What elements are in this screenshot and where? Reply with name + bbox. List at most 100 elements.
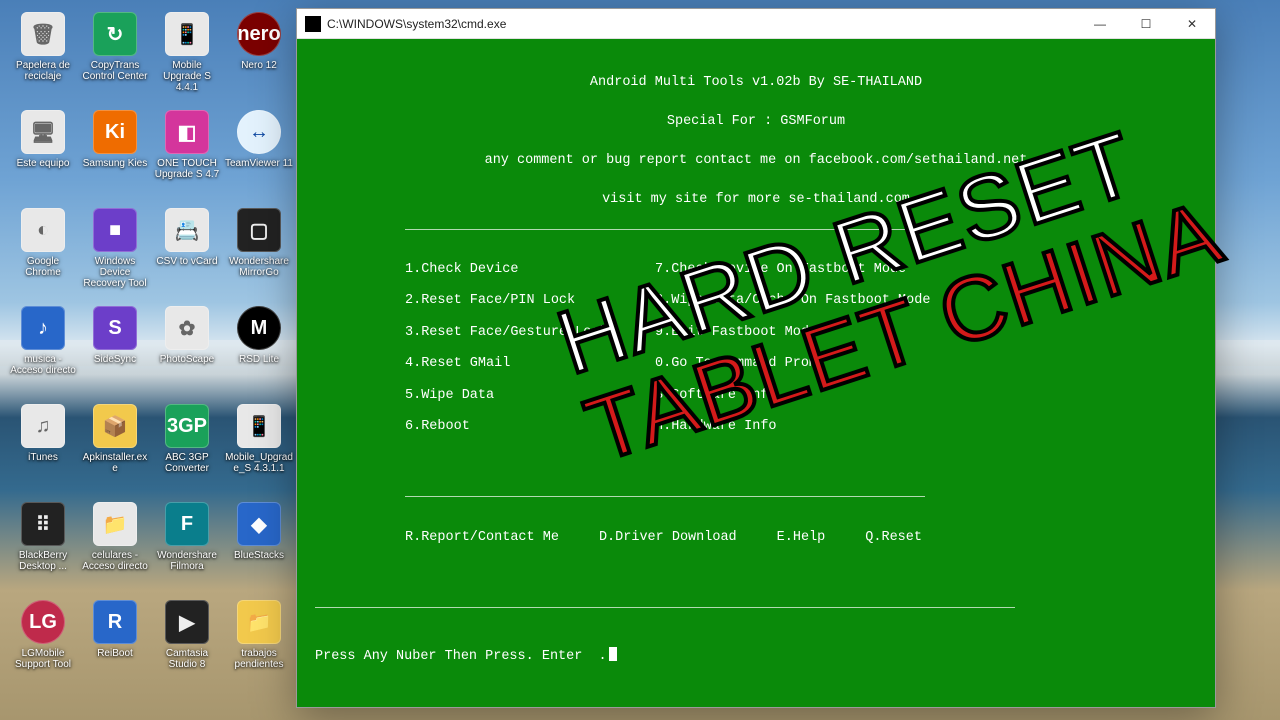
menu-item[interactable]: D.Driver Download <box>599 528 737 548</box>
desktop-icon[interactable]: 📦 Apkinstaller.exe <box>80 402 150 496</box>
app-icon: S <box>93 306 137 350</box>
icon-label: TeamViewer 11 <box>224 158 294 169</box>
desktop-icon[interactable]: 📇CSV to vCard <box>152 206 222 300</box>
desktop-icon[interactable]: 🗑Papelera de reciclaje <box>8 10 78 104</box>
divider-mid <box>405 496 925 497</box>
desktop: 🗑Papelera de reciclaje ↻ CopyTrans Control… <box>0 0 1280 720</box>
menu-item[interactable]: 1.Check Device <box>405 260 645 280</box>
desktop-icon[interactable]: Ki Samsung Kies <box>80 108 150 202</box>
app-icon: 📦 <box>93 404 137 448</box>
menu-grid: 1.Check Device 7.Check Device On Fastboot… <box>405 260 1197 437</box>
desktop-icon[interactable]: ◆ BlueStacks <box>224 500 294 594</box>
app-icon: ▢ <box>237 208 281 252</box>
menu-item[interactable]: 6.Reboot <box>405 417 645 437</box>
menu-item[interactable]: 2.Reset Face/PIN Lock <box>405 291 645 311</box>
icon-label: ReiBoot <box>80 648 150 659</box>
app-icon: ↔ <box>237 110 281 154</box>
app-icon: 📱 <box>165 12 209 56</box>
icon-label: celulares - Acceso directo <box>80 550 150 572</box>
desktop-icon[interactable]: SSideSync <box>80 304 150 398</box>
desktop-icon[interactable]: ♫ iTunes <box>8 402 78 496</box>
desktop-icon[interactable]: ♪musica - Acceso directo <box>8 304 78 398</box>
app-icon: ◆ <box>237 502 281 546</box>
desktop-icon[interactable]: 📁trabajos pendientes <box>224 598 294 692</box>
desktop-icon[interactable]: ↻ CopyTrans Control Center <box>80 10 150 104</box>
app-icon: ◐ <box>21 208 65 252</box>
icon-label: Apkinstaller.exe <box>80 452 150 474</box>
app-icon: ↻ <box>93 12 137 56</box>
desktop-icon[interactable]: 📱Mobile_Upgrade_S 4.3.1.1 <box>224 402 294 496</box>
app-icon: 🖥 <box>21 110 65 154</box>
app-icon: ⠿ <box>21 502 65 546</box>
app-icon: ♫ <box>21 404 65 448</box>
menu-item[interactable]: 8.Wipe Data/Cache On Fastboot Mode <box>655 291 975 311</box>
icon-label: Wondershare Filmora <box>152 550 222 572</box>
menu-item[interactable]: H.Hardware Info <box>655 417 975 437</box>
icon-label: CSV to vCard <box>152 256 222 267</box>
desktop-icon[interactable]: 📱 Mobile Upgrade S 4.4.1 <box>152 10 222 104</box>
app-icon: 🗑 <box>21 12 65 56</box>
desktop-icon[interactable]: R ReiBoot <box>80 598 150 692</box>
app-icon: ◧ <box>165 110 209 154</box>
divider-top <box>405 229 925 230</box>
desktop-icon[interactable]: 📁celulares - Acceso directo <box>80 500 150 594</box>
app-icon: 📱 <box>237 404 281 448</box>
icon-label: RSD Lite <box>224 354 294 365</box>
cursor <box>609 647 617 661</box>
window-buttons: — ☐ ✕ <box>1077 9 1215 38</box>
divider-bot <box>315 607 1015 608</box>
app-icon: LG <box>21 600 65 644</box>
term-header-3: any comment or bug report contact me on … <box>315 151 1197 171</box>
menu-item[interactable]: 3.Reset Face/Gesture Lock <box>405 323 645 343</box>
terminal[interactable]: Android Multi Tools v1.02b By SE-THAILAN… <box>297 39 1215 707</box>
icon-label: BlackBerry Desktop ... <box>8 550 78 572</box>
app-icon: ✿ <box>165 306 209 350</box>
close-button[interactable]: ✕ <box>1169 9 1215 38</box>
menu-item[interactable]: 7.Check Device On Fastboot Mode <box>655 260 975 280</box>
menu-item[interactable]: 0.Go To Command Promt <box>655 354 975 374</box>
desktop-icon[interactable]: ▶Camtasia Studio 8 <box>152 598 222 692</box>
desktop-icon[interactable]: ■ Windows Device Recovery Tool <box>80 206 150 300</box>
desktop-icon[interactable]: ◐Google Chrome <box>8 206 78 300</box>
icon-label: Samsung Kies <box>80 158 150 169</box>
menu-item[interactable]: 9.Exit Fastboot Mode <box>655 323 975 343</box>
maximize-button[interactable]: ☐ <box>1123 9 1169 38</box>
bottom-row: R.Report/Contact Me D.Driver Download E.He… <box>405 528 1197 548</box>
icon-label: CopyTrans Control Center <box>80 60 150 82</box>
desktop-icon[interactable]: F Wondershare Filmora <box>152 500 222 594</box>
icon-label: Windows Device Recovery Tool <box>80 256 150 289</box>
desktop-icon[interactable]: ▢Wondershare MirrorGo <box>224 206 294 300</box>
app-icon: 📁 <box>237 600 281 644</box>
icon-label: LGMobile Support Tool <box>8 648 78 670</box>
app-icon: ■ <box>93 208 137 252</box>
minimize-button[interactable]: — <box>1077 9 1123 38</box>
desktop-icon[interactable]: neroNero 12 <box>224 10 294 104</box>
app-icon: F <box>165 502 209 546</box>
desktop-icon[interactable]: ↔ TeamViewer 11 <box>224 108 294 202</box>
icon-label: ONE TOUCH Upgrade S 4.7 <box>152 158 222 180</box>
app-icon: R <box>93 600 137 644</box>
desktop-icon[interactable]: ⠿ BlackBerry Desktop ... <box>8 500 78 594</box>
desktop-icon[interactable]: MRSD Lite <box>224 304 294 398</box>
app-icon: Ki <box>93 110 137 154</box>
desktop-icon[interactable]: ◧ ONE TOUCH Upgrade S 4.7 <box>152 108 222 202</box>
desktop-icon[interactable]: 🖥 Este equipo <box>8 108 78 202</box>
desktop-icon[interactable]: 3GPABC 3GP Converter <box>152 402 222 496</box>
menu-item[interactable]: R.Report/Contact Me <box>405 528 559 548</box>
menu-item[interactable]: 4.Reset GMail <box>405 354 645 374</box>
icon-label: ABC 3GP Converter <box>152 452 222 474</box>
icon-label: Camtasia Studio 8 <box>152 648 222 670</box>
menu-item[interactable]: 5.Wipe Data <box>405 386 645 406</box>
desktop-icon[interactable]: ✿ PhotoScape <box>152 304 222 398</box>
menu-item[interactable]: E.Help <box>777 528 826 548</box>
icon-label: Mobile Upgrade S 4.4.1 <box>152 60 222 93</box>
icon-label: BlueStacks <box>224 550 294 561</box>
menu-item[interactable]: S.Software Info <box>655 386 975 406</box>
menu-item[interactable]: Q.Reset <box>865 528 922 548</box>
icon-label: PhotoScape <box>152 354 222 365</box>
icon-label: iTunes <box>8 452 78 463</box>
window-title: C:\WINDOWS\system32\cmd.exe <box>327 17 1077 31</box>
desktop-icon[interactable]: LG LGMobile Support Tool <box>8 598 78 692</box>
titlebar[interactable]: C:\WINDOWS\system32\cmd.exe — ☐ ✕ <box>297 9 1215 39</box>
icon-label: Este equipo <box>8 158 78 169</box>
